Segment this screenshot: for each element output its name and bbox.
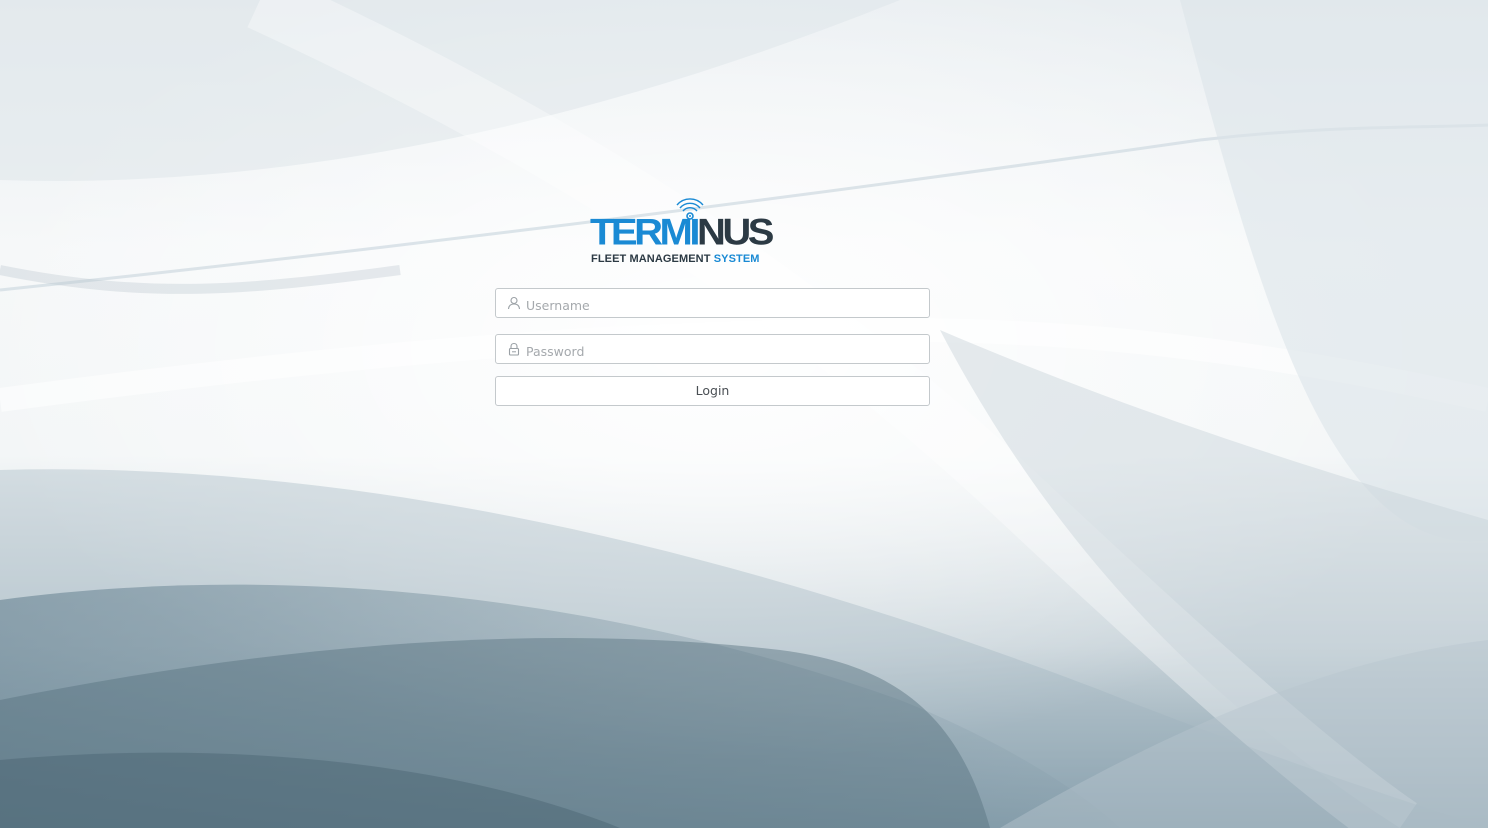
login-page: TERMINUS FLEET MANAGEMENT SYSTEM Login <box>0 0 1488 828</box>
logo-tagline-blue: SYSTEM <box>713 253 760 265</box>
lock-icon <box>508 342 520 356</box>
logo-tagline: FLEET MANAGEMENT SYSTEM <box>591 253 760 265</box>
login-button[interactable]: Login <box>495 376 930 406</box>
logo-wordmark: TERMINUS <box>590 212 774 253</box>
username-field[interactable] <box>495 288 930 319</box>
password-input[interactable] <box>526 335 921 365</box>
background-waves <box>0 0 1488 828</box>
username-input[interactable] <box>526 289 921 319</box>
logo-word-i: I <box>689 212 700 253</box>
logo-word-blue: TERM <box>590 212 693 253</box>
password-field[interactable] <box>495 334 930 365</box>
user-icon <box>507 296 521 310</box>
logo-tagline-dark: FLEET MANAGEMENT <box>591 253 711 265</box>
terminus-logo: TERMINUS FLEET MANAGEMENT SYSTEM <box>588 196 774 268</box>
logo-word-dark: NUS <box>696 212 774 253</box>
